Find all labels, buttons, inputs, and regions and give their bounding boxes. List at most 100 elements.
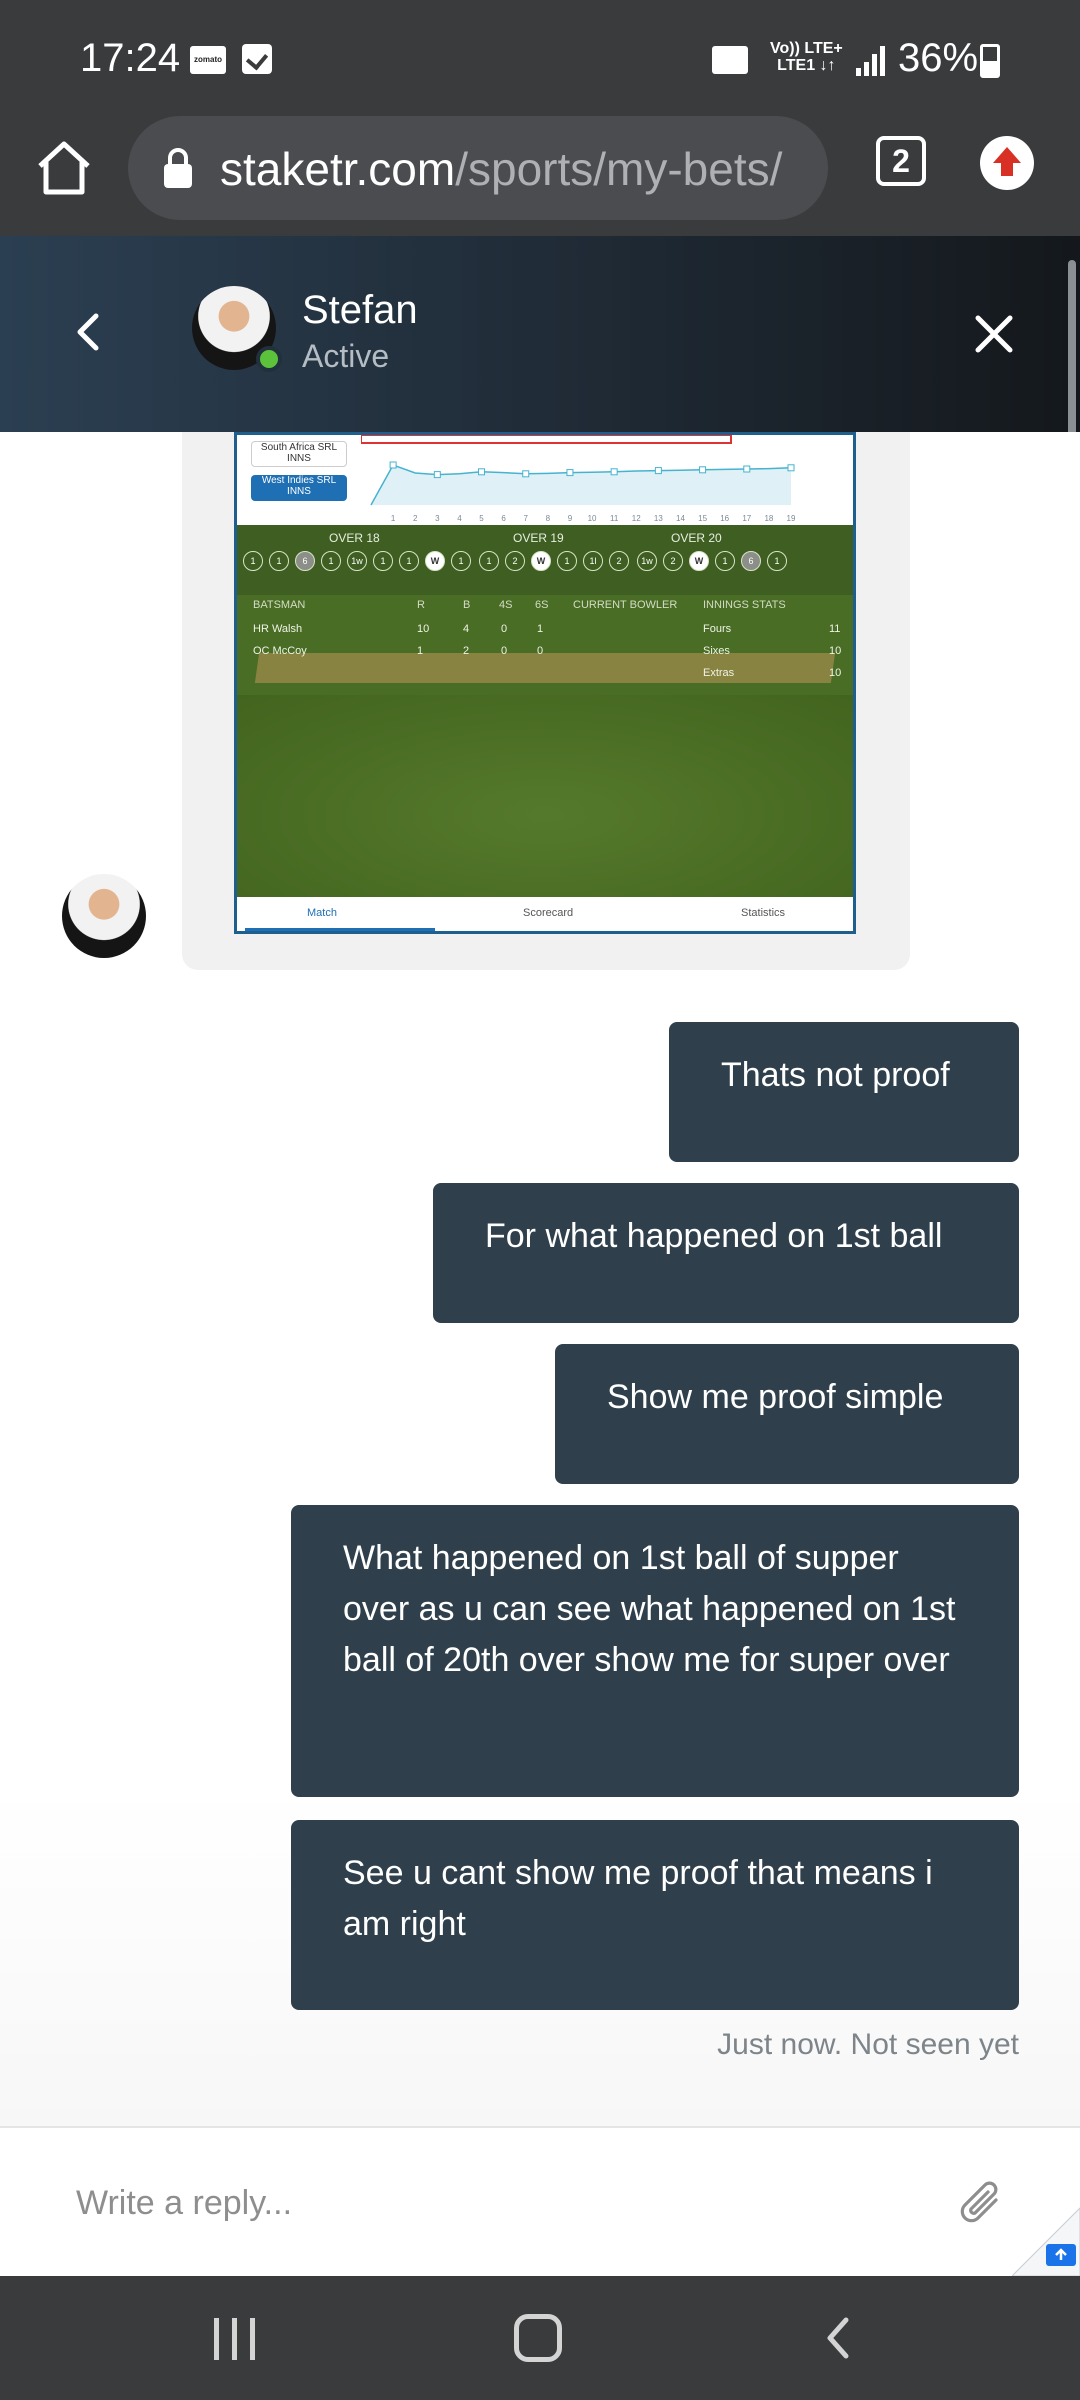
stats-header: BATSMAN xyxy=(253,599,306,611)
innings-stat-label: Fours xyxy=(703,623,732,635)
address-bar[interactable]: staketr.com/sports/my-bets/ xyxy=(128,116,828,220)
match-screenshot-image[interactable]: South Africa SRL INNS West Indies SRL IN… xyxy=(234,432,856,934)
graph-tick-label: 10 xyxy=(588,514,597,523)
team-a-pill: South Africa SRL INNS xyxy=(251,441,347,467)
graph-tick-label: 3 xyxy=(435,514,440,523)
stats-header: B xyxy=(463,599,471,611)
graph-point xyxy=(654,467,662,475)
stats-header: INNINGS STATS xyxy=(703,599,786,611)
paperclip-icon[interactable] xyxy=(956,2178,1008,2230)
run-rate-graph: South Africa SRL INNS West Indies SRL IN… xyxy=(237,435,853,525)
stats-header: R xyxy=(417,599,425,611)
message-read-status: Just now. Not seen yet xyxy=(717,2028,1019,2061)
graph-tick-label: 7 xyxy=(524,514,529,523)
over-label: OVER 20 xyxy=(671,531,722,545)
message-bubble[interactable]: Thats not proof xyxy=(669,1022,1019,1162)
ball-result: 1 xyxy=(715,551,735,571)
ball-result: 6 xyxy=(295,551,315,571)
graph-tick-label: 18 xyxy=(764,514,773,523)
close-icon[interactable] xyxy=(972,312,1016,356)
graph-tick-label: 4 xyxy=(457,514,462,523)
batsman-sixes: 0 xyxy=(537,645,544,657)
browser-toolbar: staketr.com/sports/my-bets/ 2 xyxy=(0,112,1080,236)
battery-icon xyxy=(980,44,1000,78)
innings-stat-value: 10 xyxy=(829,645,842,657)
innings-stat-label: Extras xyxy=(703,667,735,679)
message-bubble[interactable]: Show me proof simple xyxy=(555,1344,1019,1484)
url-path: /sports/my-bets/ xyxy=(455,143,783,195)
lock-icon xyxy=(164,148,192,188)
back-chevron-icon[interactable] xyxy=(60,302,120,362)
graph-tick-label: 2 xyxy=(413,514,418,523)
match-tab-underline xyxy=(245,928,435,931)
message-list[interactable]: South Africa SRL INNS West Indies SRL IN… xyxy=(0,432,1080,2126)
back-nav-icon[interactable] xyxy=(818,2316,862,2360)
zomato-notification-icon: zomato xyxy=(190,46,226,74)
graph-point xyxy=(787,464,795,472)
innings-stat-value: 11 xyxy=(829,623,841,635)
graph-point xyxy=(389,461,397,469)
batsman-name: OC McCoy xyxy=(253,645,307,657)
batsman-runs: 1 xyxy=(417,645,424,657)
url-text: staketr.com/sports/my-bets/ xyxy=(220,142,782,196)
message-bubble[interactable]: For what happened on 1st ball xyxy=(433,1183,1019,1323)
highlight-box xyxy=(361,435,732,444)
stats-header: 4S xyxy=(499,599,513,611)
innings-stat-value: 10 xyxy=(829,667,842,679)
graph-point xyxy=(522,470,530,478)
overs-timeline: 1 1 OVER 18 6 1 1w 1 1 W 1 OVER 19 1 2 W 1 1l 2 OVER 20 1w… xyxy=(237,525,853,595)
graph-tick-label: 6 xyxy=(501,514,506,523)
reply-input[interactable] xyxy=(76,2178,876,2228)
check-notification-icon xyxy=(242,44,272,74)
ball-result: 1 xyxy=(479,551,499,571)
update-arrow-icon[interactable] xyxy=(980,136,1034,190)
ball-result: 1 xyxy=(557,551,577,571)
batsman-runs: 10 xyxy=(417,623,430,635)
graph-tick-label: 19 xyxy=(787,514,796,523)
graph-tick-label: 16 xyxy=(720,514,729,523)
over-label: OVER 19 xyxy=(513,531,564,545)
ball-result: 1 xyxy=(243,551,263,571)
recent-apps-icon[interactable] xyxy=(214,2318,258,2360)
team-b-pill: West Indies SRL INNS xyxy=(251,475,347,501)
folder-corner-icon xyxy=(1012,2207,1080,2276)
graph-point xyxy=(566,469,574,477)
ball-result: W xyxy=(531,551,551,571)
url-domain: staketr.com xyxy=(220,143,456,195)
batsman-sixes: 1 xyxy=(537,623,544,635)
graph-tick-label: 17 xyxy=(742,514,751,523)
graph-tick-label: 9 xyxy=(568,514,573,523)
network-bottom-label: LTE1 ↓↑ xyxy=(777,57,836,74)
ball-result: 6 xyxy=(741,551,761,571)
online-status-dot xyxy=(256,346,282,372)
batsman-balls: 2 xyxy=(463,645,470,657)
tab-switcher-button[interactable]: 2 xyxy=(876,136,926,186)
message-bubble[interactable]: See u cant show me proof that means i am… xyxy=(291,1820,1019,2010)
ball-result: 1w xyxy=(637,551,657,571)
network-indicator: Vo)) LTE+ LTE1 ↓↑ xyxy=(770,40,843,74)
message-bubble[interactable]: What happened on 1st ball of supper over… xyxy=(291,1505,1019,1797)
stats-header: CURRENT BOWLER xyxy=(573,599,678,611)
status-bar: 17:24 zomato Vo)) LTE+ LTE1 ↓↑ 36% xyxy=(0,0,1080,112)
innings-stat-label: Sixes xyxy=(703,645,730,657)
graph-tick-label: 8 xyxy=(546,514,551,523)
batsman-fours: 0 xyxy=(501,645,508,657)
match-tabs: Match Scorecard Statistics xyxy=(237,897,853,931)
stats-header: 6S xyxy=(535,599,549,611)
folder-upload-icon xyxy=(712,46,748,74)
home-button-icon[interactable] xyxy=(514,2314,562,2362)
worm-graph: 1 2 3 4 5 6 7 8 9 10 11 12 13 14 15 16 17 18 19 xyxy=(361,435,796,523)
contact-status: Active xyxy=(302,338,390,374)
graph-point xyxy=(743,465,751,473)
network-top-label: Vo)) LTE+ xyxy=(770,40,843,57)
ball-result: W xyxy=(425,551,445,571)
battery-percent: 36% xyxy=(898,36,979,80)
signal-icon xyxy=(856,46,886,76)
ball-result: 2 xyxy=(663,551,683,571)
batsman-balls: 4 xyxy=(463,623,470,635)
graph-tick-label: 1 xyxy=(391,514,396,523)
graph-tick-label: 13 xyxy=(654,514,663,523)
match-tab-statistics: Statistics xyxy=(741,907,786,919)
home-icon[interactable] xyxy=(28,132,100,204)
graph-tick-label: 14 xyxy=(676,514,685,523)
